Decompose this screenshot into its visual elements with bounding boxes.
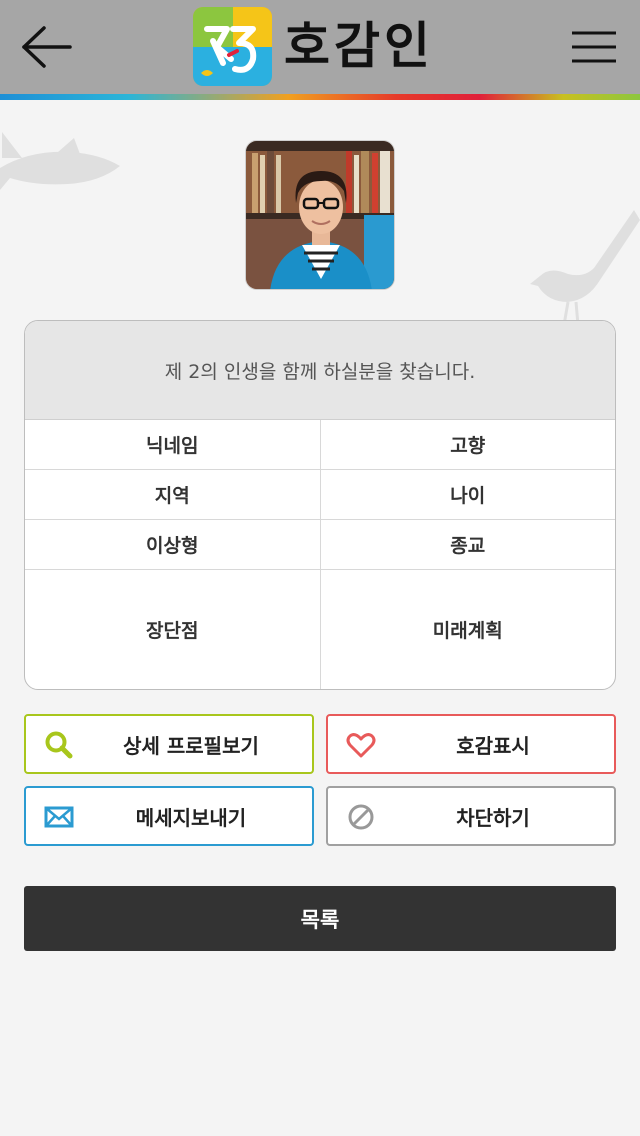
bird-silhouette-icon — [530, 210, 640, 325]
heart-icon — [346, 733, 376, 758]
field-ideal-type: 이상형 — [146, 535, 199, 557]
block-button[interactable]: 차단하기 — [326, 786, 616, 846]
field-hometown: 고향 — [319, 420, 616, 469]
field-pros-cons: 장단점 — [146, 620, 199, 642]
search-icon — [45, 731, 73, 759]
app-title: 호감인 — [284, 17, 434, 75]
send-message-button[interactable]: 메세지보내기 — [24, 786, 314, 846]
view-profile-button[interactable]: 상세 프로필보기 — [24, 714, 314, 774]
like-label: 호감표시 — [456, 733, 530, 758]
profile-row: 장단점 미래계획 — [25, 570, 615, 689]
back-arrow-icon — [22, 26, 72, 68]
view-profile-label: 상세 프로필보기 — [123, 733, 259, 758]
field-religion: 종교 — [319, 520, 616, 569]
field-nickname: 닉네임 — [146, 435, 199, 457]
menu-button[interactable] — [566, 24, 622, 70]
field-age: 나이 — [319, 470, 616, 519]
list-button[interactable]: 목록 — [24, 886, 616, 951]
block-label: 차단하기 — [456, 805, 530, 830]
block-icon — [348, 804, 374, 830]
profile-card: 제 2의 인생을 함께 하실분을 찾습니다. 닉네임 고향 지역 나이 이상형 … — [24, 320, 616, 690]
profile-avatar[interactable] — [245, 140, 395, 290]
profile-row: 이상형 종교 — [25, 520, 615, 570]
back-button[interactable] — [18, 22, 78, 72]
profile-photo — [246, 141, 394, 289]
profile-row: 지역 나이 — [25, 470, 615, 520]
profile-intro: 제 2의 인생을 함께 하실분을 찾습니다. — [25, 321, 615, 420]
field-region: 지역 — [154, 485, 190, 507]
app-header: 호감인 — [0, 0, 640, 96]
hamburger-menu-icon — [572, 31, 616, 63]
like-button[interactable]: 호감표시 — [326, 714, 616, 774]
field-future-plan: 미래계획 — [319, 570, 616, 689]
header-rainbow-divider — [0, 94, 640, 100]
profile-row: 닉네임 고향 — [25, 420, 615, 470]
send-message-label: 메세지보내기 — [135, 805, 247, 830]
hogamin-logo-icon — [193, 7, 272, 86]
envelope-icon — [44, 806, 74, 828]
fish-silhouette-icon — [0, 132, 120, 190]
